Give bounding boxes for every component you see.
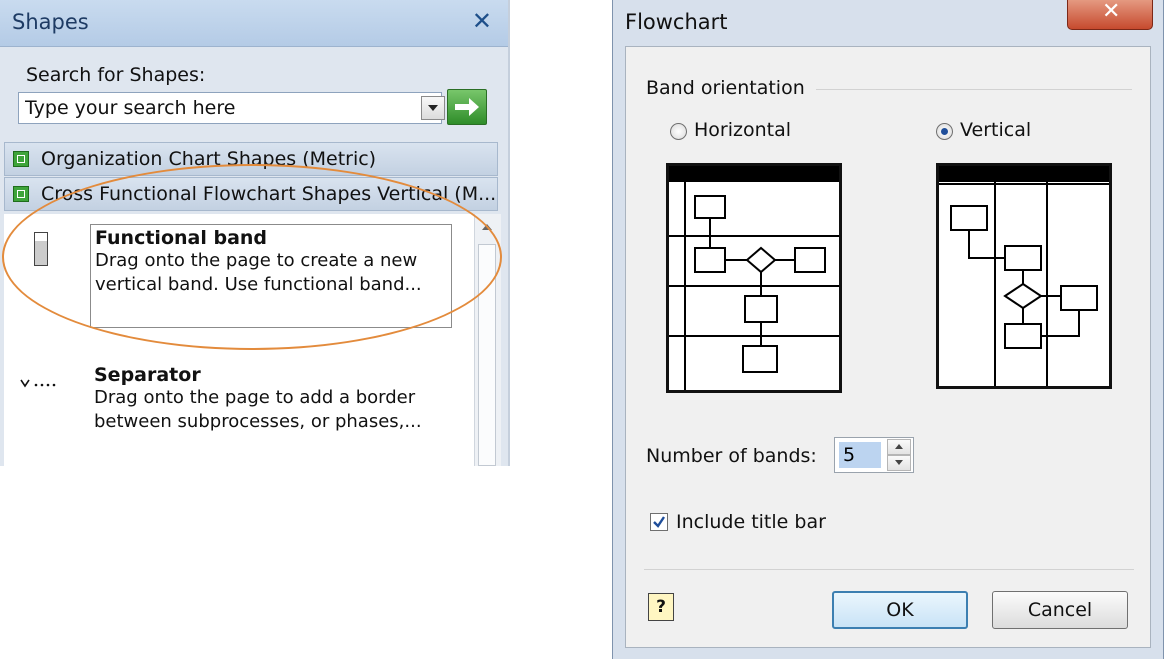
stencil-label: Cross Functional Flowchart Shapes Vertic… <box>41 183 497 205</box>
item-desc: vertical band. Use functional band... <box>95 274 422 295</box>
flowchart-dialog: Flowchart ✕ Band orientation Horizontal … <box>612 0 1164 659</box>
include-title-bar-label: Include title bar <box>676 511 826 533</box>
close-button[interactable]: ✕ <box>1067 0 1153 30</box>
horizontal-preview[interactable] <box>666 163 842 393</box>
item-title: Functional band <box>95 227 268 249</box>
vertical-radio[interactable] <box>936 123 953 140</box>
close-icon: ✕ <box>1102 0 1121 24</box>
dropdown-icon[interactable] <box>421 96 445 120</box>
ok-button[interactable]: OK <box>832 591 968 629</box>
dialog-body: Band orientation Horizontal Vertical Num… <box>625 46 1151 648</box>
stencil-organization-chart[interactable]: Organization Chart Shapes (Metric) <box>4 142 498 176</box>
vertical-label: Vertical <box>960 119 1032 141</box>
number-of-bands-stepper <box>834 437 914 473</box>
scroll-thumb[interactable] <box>478 244 496 466</box>
horizontal-radio[interactable] <box>670 123 687 140</box>
shapes-panel-title: Shapes <box>12 10 89 34</box>
group-divider <box>816 89 1132 90</box>
go-arrow-icon[interactable] <box>447 89 487 125</box>
search-box <box>18 92 445 124</box>
stencil-icon <box>13 151 29 167</box>
number-of-bands-label: Number of bands: <box>646 445 817 467</box>
search-input[interactable] <box>19 93 411 123</box>
separator-text: Separator Drag onto the page to add a bo… <box>94 364 464 434</box>
include-title-bar-checkbox[interactable] <box>650 513 668 531</box>
scrollbar[interactable] <box>474 214 501 466</box>
spin-down-icon[interactable] <box>887 455 911 471</box>
number-of-bands-input[interactable] <box>839 442 881 468</box>
shapes-panel-header: Shapes ✕ <box>0 0 508 47</box>
stencil-icon <box>13 186 29 202</box>
item-desc: between subprocesses, or phases,... <box>94 411 422 432</box>
scroll-up-icon[interactable] <box>482 224 492 230</box>
spin-up-icon[interactable] <box>887 439 911 455</box>
shapes-list: Functional band Drag onto the page to cr… <box>4 214 474 466</box>
dialog-title: Flowchart <box>625 10 728 34</box>
item-desc: Drag onto the page to create a new <box>95 250 418 271</box>
band-orientation-label: Band orientation <box>646 77 805 99</box>
close-icon[interactable]: ✕ <box>472 7 492 35</box>
stencil-cross-functional[interactable]: Cross Functional Flowchart Shapes Vertic… <box>4 177 498 211</box>
item-desc: Drag onto the page to add a border <box>94 387 416 408</box>
search-label: Search for Shapes: <box>26 64 206 86</box>
item-title: Separator <box>94 364 201 386</box>
button-divider <box>644 569 1134 570</box>
separator-icon <box>20 374 68 393</box>
horizontal-label: Horizontal <box>694 119 792 141</box>
help-icon[interactable]: ? <box>648 593 674 621</box>
functional-band-icon <box>34 232 48 266</box>
cancel-button[interactable]: Cancel <box>992 591 1128 629</box>
functional-band-tooltip: Functional band Drag onto the page to cr… <box>90 224 452 328</box>
shapes-panel: Shapes ✕ Search for Shapes: Organization… <box>0 0 510 466</box>
stencil-label: Organization Chart Shapes (Metric) <box>41 148 377 170</box>
vertical-preview[interactable] <box>936 163 1112 389</box>
